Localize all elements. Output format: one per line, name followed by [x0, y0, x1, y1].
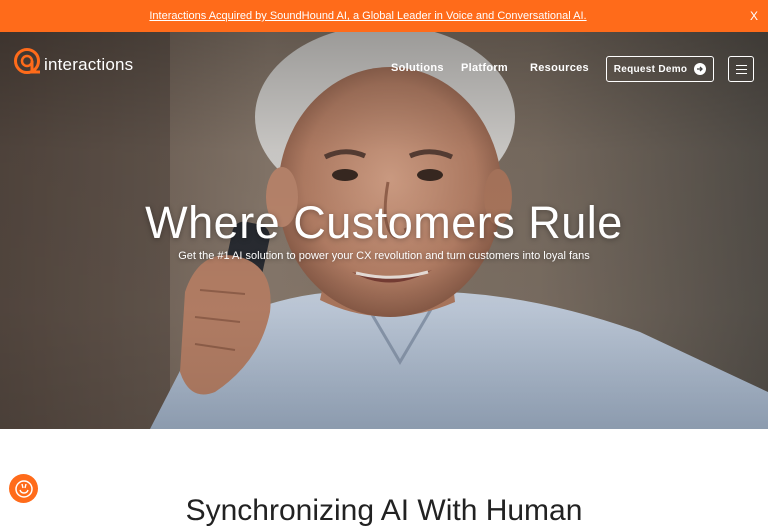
- request-demo-button[interactable]: Request Demo: [606, 56, 714, 82]
- request-demo-label: Request Demo: [613, 63, 688, 75]
- nav-item-resources[interactable]: Resources: [530, 62, 589, 74]
- arrow-right-icon: [694, 63, 707, 75]
- interactions-logo[interactable]: interactions: [12, 46, 133, 76]
- hamburger-menu-icon[interactable]: [728, 56, 754, 82]
- announcement-close-button[interactable]: X: [750, 0, 758, 32]
- logo-wordmark: interactions: [44, 55, 134, 74]
- nav-item-solutions[interactable]: Solutions: [391, 62, 444, 74]
- nav-item-platform[interactable]: Platform: [461, 62, 508, 74]
- hero-subtitle: Get the #1 AI solution to power your CX …: [178, 250, 590, 262]
- interactions-logo-icon: [14, 48, 40, 74]
- section-heading: Synchronizing AI With Human: [185, 494, 583, 527]
- announcement-bar: Interactions Acquired by SoundHound AI, …: [0, 0, 768, 32]
- announcement-link[interactable]: Interactions Acquired by SoundHound AI, …: [0, 0, 736, 32]
- hero-title: Where Customers Rule: [145, 197, 623, 248]
